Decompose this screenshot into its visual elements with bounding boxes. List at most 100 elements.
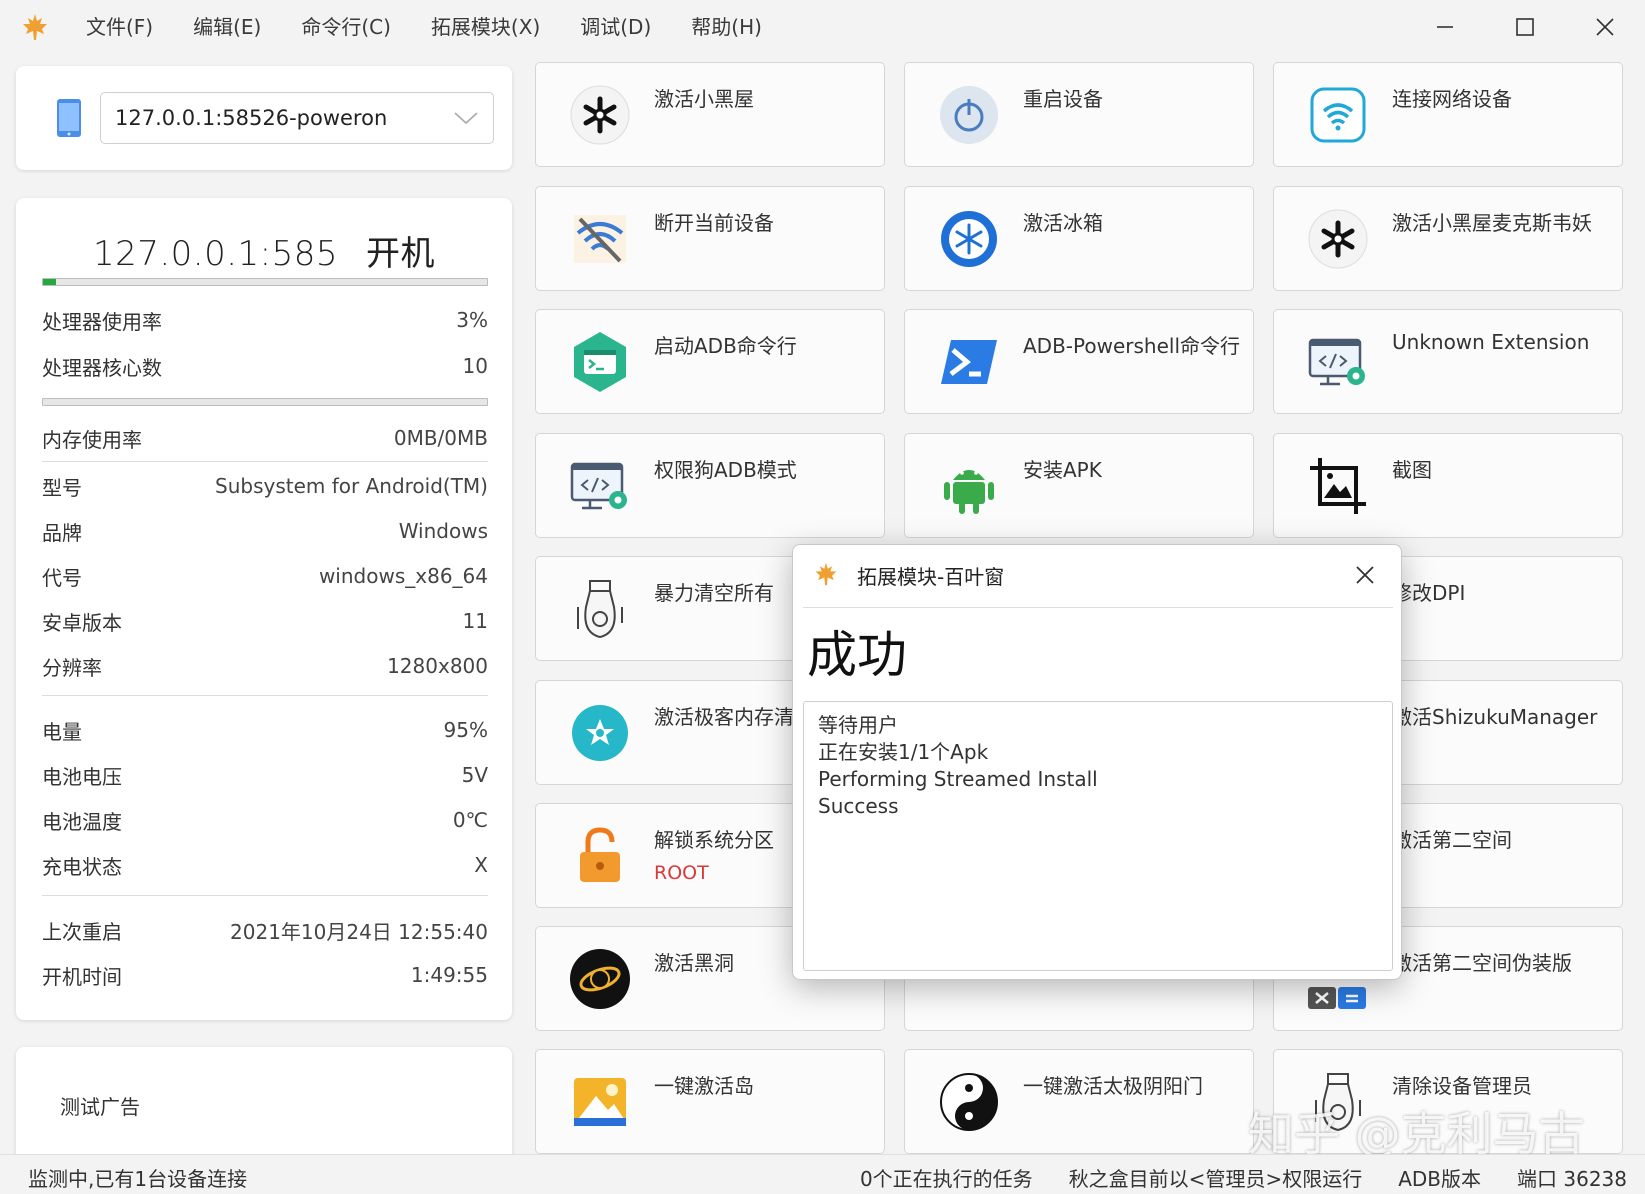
tile-label: 一键激活太极阴阳门 — [1023, 1074, 1203, 1098]
close-window-button[interactable] — [1565, 0, 1645, 54]
status-bar: 监测中,已有1台设备连接 0个正在执行的任务 秋之盒目前以<管理员>权限运行 A… — [0, 1154, 1645, 1194]
menu-file[interactable]: 文件(F) — [66, 0, 173, 54]
info-row-uptime: 开机时间 1:49:55 — [42, 955, 488, 995]
info-row-model: 型号 Subsystem for Android(TM) — [42, 466, 488, 506]
row-value: Subsystem for Android(TM) — [215, 474, 488, 498]
code-gear-icon — [568, 454, 632, 518]
minimize-button[interactable] — [1405, 0, 1485, 54]
row-value: 95% — [443, 718, 488, 742]
title-bar: 文件(F) 编辑(E) 命令行(C) 拓展模块(X) 调试(D) 帮助(H) — [0, 0, 1645, 54]
info-row-resolution: 分辨率 1280x800 — [42, 646, 488, 686]
tile-label: 修改DPI — [1392, 581, 1466, 605]
row-value: 11 — [462, 609, 488, 633]
tile-label: 激活黑洞 — [654, 951, 734, 975]
dialog-close-button[interactable] — [1345, 555, 1385, 595]
tile-label: 激活第二空间伪装版 — [1392, 951, 1572, 975]
yinyang-icon — [937, 1070, 1001, 1134]
info-row-last-reboot: 上次重启 2021年10月24日 12:55:40 — [42, 910, 488, 950]
menu-extensions[interactable]: 拓展模块(X) — [411, 0, 560, 54]
extension-tile[interactable]: 启动ADB命令行 — [535, 309, 885, 414]
menu-bar: 文件(F) 编辑(E) 命令行(C) 拓展模块(X) 调试(D) 帮助(H) — [66, 0, 782, 54]
row-label: 电量 — [42, 719, 82, 744]
extension-result-dialog: 拓展模块-百叶窗 成功 等待用户 正在安装1/1个Apk Performing … — [792, 544, 1402, 980]
tile-label: 断开当前设备 — [654, 211, 774, 235]
power-icon — [937, 83, 1001, 147]
row-label: 分辨率 — [42, 655, 102, 680]
tile-label: 重启设备 — [1023, 87, 1103, 111]
row-value: 5V — [461, 763, 488, 787]
row-label: 安卓版本 — [42, 610, 122, 635]
info-row-battery: 电量 95% — [42, 710, 488, 750]
log-line: 正在安装1/1个Apk — [818, 740, 989, 764]
extension-tile[interactable]: 截图 — [1273, 433, 1623, 538]
tile-label: ADB-Powershell命令行 — [1023, 334, 1241, 358]
phone-icon — [57, 99, 81, 137]
menu-help[interactable]: 帮助(H) — [671, 0, 782, 54]
extension-tile[interactable]: 激活冰箱 — [904, 186, 1254, 291]
extension-tile[interactable]: 激活小黑屋麦克斯韦妖 — [1273, 186, 1623, 291]
status-tasks: 0个正在执行的任务 — [859, 1167, 1033, 1191]
blackhole-icon — [568, 947, 632, 1011]
status-adb-version: ADB版本 — [1398, 1167, 1482, 1191]
row-value: windows_x86_64 — [318, 564, 488, 588]
row-label: 处理器使用率 — [42, 309, 162, 334]
row-label: 代号 — [42, 565, 82, 590]
menu-command-line[interactable]: 命令行(C) — [281, 0, 411, 54]
close-icon — [1356, 566, 1374, 584]
row-label: 开机时间 — [42, 964, 122, 989]
device-status-title: 127.0.0.1:585 开机 — [16, 226, 512, 275]
divider — [42, 895, 488, 896]
tile-label: 清除设备管理员 — [1392, 1074, 1532, 1098]
tile-label: 启动ADB命令行 — [654, 334, 797, 358]
device-dropdown-value: 127.0.0.1:58526-poweron — [115, 106, 388, 130]
extension-tile[interactable]: 安装APK — [904, 433, 1254, 538]
dialog-heading: 成功 — [807, 626, 907, 684]
snowflake-gear-icon — [568, 83, 632, 147]
wifi-icon — [1306, 83, 1370, 147]
row-value: 1280x800 — [387, 654, 488, 678]
row-label: 上次重启 — [42, 919, 122, 944]
dialog-header: 拓展模块-百叶窗 — [793, 545, 1401, 607]
tile-sublabel: ROOT — [654, 862, 709, 884]
extension-tile[interactable]: 断开当前设备 — [535, 186, 885, 291]
extension-tile[interactable]: 激活小黑屋 — [535, 62, 885, 167]
extension-tile[interactable]: 一键激活岛 — [535, 1049, 885, 1154]
tile-label: 一键激活岛 — [654, 1074, 754, 1098]
star-gear-icon — [568, 701, 632, 765]
row-label: 电池电压 — [42, 764, 122, 789]
extension-tile[interactable]: ADB-Powershell命令行 — [904, 309, 1254, 414]
dialog-title: 拓展模块-百叶窗 — [857, 565, 1005, 589]
tile-label: 激活第二空间 — [1392, 828, 1512, 852]
device-dropdown[interactable]: 127.0.0.1:58526-poweron — [100, 92, 494, 144]
info-row-temperature: 电池温度 0℃ — [42, 800, 488, 840]
extension-tile[interactable]: 一键激活太极阴阳门 — [904, 1049, 1254, 1154]
menu-debug[interactable]: 调试(D) — [560, 0, 671, 54]
minimize-icon — [1437, 26, 1453, 28]
status-privilege: 秋之盒目前以<管理员>权限运行 — [1068, 1167, 1363, 1191]
extension-tile[interactable]: 重启设备 — [904, 62, 1254, 167]
menu-edit[interactable]: 编辑(E) — [173, 0, 281, 54]
ad-card[interactable]: 测试广告 — [16, 1047, 512, 1167]
info-row-cpu-usage: 处理器使用率 3% — [42, 300, 488, 340]
wifi-off-icon — [568, 207, 632, 271]
extension-tile[interactable]: Unknown Extension — [1273, 309, 1623, 414]
tile-label: 暴力清空所有 — [654, 581, 774, 605]
cpu-progress-bar — [42, 278, 488, 286]
extension-tile[interactable]: 连接网络设备 — [1273, 62, 1623, 167]
row-label: 内存使用率 — [42, 427, 142, 452]
row-value: 3% — [456, 308, 488, 332]
device-info-card: 127.0.0.1:585 开机 处理器使用率 3% 处理器核心数 10 内存使用率 0… — [16, 198, 512, 1020]
tile-label: 解锁系统分区 — [654, 828, 774, 852]
snowflake-gear-icon — [1306, 207, 1370, 271]
divider — [803, 607, 1393, 608]
log-line: Success — [818, 794, 899, 818]
row-value: 0℃ — [452, 808, 488, 832]
maximize-button[interactable] — [1485, 0, 1565, 54]
android-icon — [937, 454, 1001, 518]
extension-tile[interactable]: 权限狗ADB模式 — [535, 433, 885, 538]
cpu-progress-fill — [43, 279, 57, 285]
bomb-icon — [568, 577, 632, 641]
row-value: 1:49:55 — [410, 963, 488, 987]
power-state: 开机 — [366, 234, 436, 274]
dialog-log-output[interactable]: 等待用户 正在安装1/1个Apk Performing Streamed Ins… — [803, 701, 1393, 971]
